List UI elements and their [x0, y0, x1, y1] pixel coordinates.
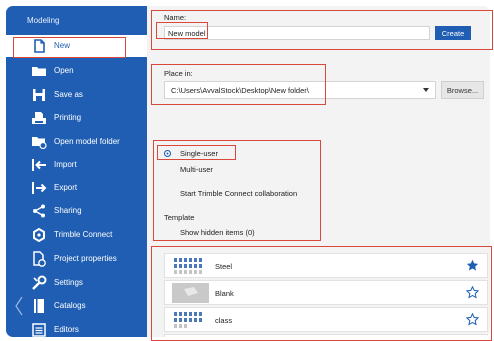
sidebar-item-label: Settings — [54, 278, 83, 287]
checkbox-icon — [164, 229, 171, 236]
template-item-blank[interactable]: Blank — [164, 280, 488, 305]
sidebar-item-save-as[interactable]: Save as — [6, 84, 147, 106]
editors-icon — [31, 322, 47, 337]
show-hidden-checkbox[interactable]: Show hidden items (0) — [164, 228, 255, 237]
sidebar-item-settings[interactable]: Settings — [6, 272, 147, 294]
sidebar-item-label: Printing — [54, 113, 82, 122]
radio-selected-icon — [164, 150, 171, 157]
chevron-down-icon — [423, 88, 429, 92]
back-arrow-icon[interactable] — [14, 296, 24, 316]
name-label: Name: — [164, 13, 187, 22]
model-name-input[interactable]: New model — [164, 26, 430, 40]
template-name: Steel — [215, 262, 233, 271]
sidebar-item-new[interactable]: New — [6, 35, 147, 57]
trimble-collab-label: Start Trimble Connect collaboration — [180, 189, 298, 198]
template-name: Blank — [215, 289, 234, 298]
sidebar-item-label: Import — [54, 160, 77, 169]
sidebar-item-label: Trimble Connect — [54, 230, 113, 239]
place-in-dropdown[interactable]: C:\Users\AvvalStock\Desktop\New folder\ — [164, 81, 436, 99]
template-item-steel[interactable]: Steel — [164, 253, 488, 278]
radio-unselected-icon — [164, 166, 171, 173]
template-item-partial[interactable] — [164, 334, 488, 337]
star-outline-icon[interactable] — [465, 285, 480, 299]
sidebar-item-open-model-folder[interactable]: Open model folder — [6, 131, 147, 153]
place-in-label: Place in: — [164, 69, 193, 78]
sidebar-item-label: Open — [54, 66, 74, 75]
sidebar-item-label: New — [54, 41, 71, 50]
new-model-panel: Name: New model Create Place in: C:\User… — [147, 6, 490, 337]
import-icon — [31, 157, 47, 173]
trimble-collab-checkbox[interactable]: Start Trimble Connect collaboration — [164, 189, 297, 198]
settings-icon — [31, 275, 47, 291]
multi-user-label: Multi-user — [180, 165, 213, 174]
sidebar-item-editors[interactable]: Editors — [6, 319, 147, 337]
sidebar-item-project-properties[interactable]: Project properties — [6, 248, 147, 270]
checkbox-icon — [164, 190, 171, 197]
browse-button[interactable]: Browse... — [441, 81, 484, 99]
sidebar-item-import[interactable]: Import — [6, 154, 147, 176]
single-user-option[interactable]: Single-user — [164, 149, 218, 158]
sidebar-item-label: Catalogs — [54, 301, 86, 310]
app-window: Modeling New Open Save as Printing Open … — [6, 6, 490, 337]
show-hidden-label: Show hidden items (0) — [180, 228, 255, 237]
create-button[interactable]: Create — [435, 26, 471, 40]
export-icon — [31, 180, 47, 196]
template-thumbnail — [172, 310, 209, 330]
template-thumbnail — [172, 283, 209, 303]
sidebar: Modeling New Open Save as Printing Open … — [6, 6, 147, 337]
sidebar-item-printing[interactable]: Printing — [6, 107, 147, 129]
new-file-icon — [31, 38, 47, 54]
sidebar-item-label: Open model folder — [54, 137, 120, 146]
template-thumbnail — [172, 256, 209, 276]
sidebar-item-label: Export — [54, 183, 78, 192]
trimble-connect-icon — [31, 227, 47, 243]
project-properties-icon — [31, 251, 47, 267]
template-item-class[interactable]: class — [164, 307, 488, 332]
sidebar-item-catalogs[interactable]: Catalogs — [6, 295, 147, 317]
star-filled-icon[interactable] — [466, 259, 479, 272]
sidebar-item-label: Save as — [54, 90, 83, 99]
printer-icon — [31, 110, 47, 126]
sidebar-item-open[interactable]: Open — [6, 60, 147, 82]
single-user-label: Single-user — [180, 149, 218, 158]
sidebar-item-export[interactable]: Export — [6, 177, 147, 199]
sidebar-item-sharing[interactable]: Sharing — [6, 200, 147, 222]
catalog-icon — [31, 298, 47, 314]
star-outline-icon[interactable] — [465, 312, 480, 326]
sidebar-title: Modeling — [27, 16, 60, 25]
sidebar-item-label: Project properties — [54, 254, 117, 263]
sidebar-item-trimble-connect[interactable]: Trimble Connect — [6, 224, 147, 246]
template-name: class — [215, 316, 233, 325]
template-label: Template — [164, 213, 195, 222]
multi-user-option[interactable]: Multi-user — [164, 165, 213, 174]
folder-icon — [31, 63, 47, 79]
place-in-value: C:\Users\AvvalStock\Desktop\New folder\ — [171, 86, 309, 95]
sidebar-item-label: Editors — [54, 325, 79, 334]
folder-gear-icon — [31, 134, 47, 150]
share-icon — [31, 203, 47, 219]
save-icon — [31, 87, 47, 103]
sidebar-item-label: Sharing — [54, 206, 82, 215]
